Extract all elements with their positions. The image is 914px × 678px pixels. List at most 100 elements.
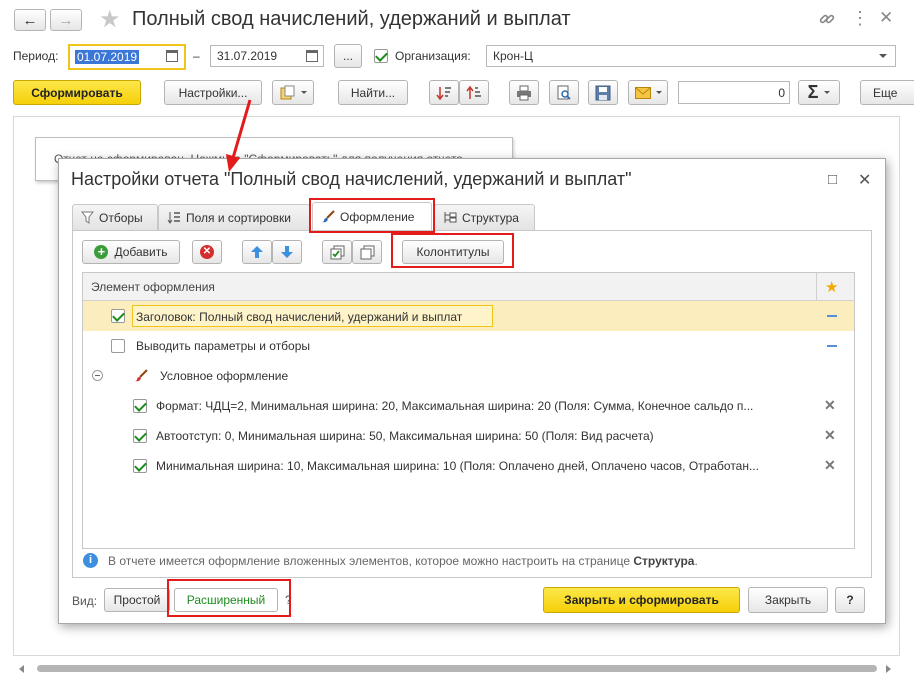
filter-icon [81,211,94,224]
add-icon: + [94,245,109,259]
collapse-icon[interactable] [92,370,103,381]
tab-structure-label: Структура [462,210,519,225]
row-delete-icon[interactable]: ✕ [824,457,836,474]
highlight-headers-footers [391,233,514,268]
row-checkbox[interactable] [133,429,147,443]
structure-link[interactable]: Структура [633,554,694,568]
organization-value: Крон-Ц [493,49,533,63]
tab-structure[interactable]: Структура [434,204,535,230]
move-down-button[interactable] [272,240,302,264]
organization-dropdown-icon[interactable] [879,54,887,58]
print-button[interactable] [509,80,539,105]
date-to-value: 31.07.2019 [217,49,278,63]
generate-button[interactable]: Сформировать [13,80,141,105]
scroll-right-icon[interactable] [886,665,891,673]
calendar-to-icon[interactable] [306,50,318,62]
preview-button[interactable] [549,80,579,105]
calendar-from-icon[interactable] [166,50,178,62]
info-dot: . [694,554,698,568]
row-delete-icon[interactable]: ✕ [824,427,836,444]
annotation-arrow [226,99,252,172]
table-row[interactable]: Автоотступ: 0, Минимальная ширина: 50, М… [83,421,854,451]
sum-field[interactable]: 0 [678,81,790,104]
sum-mode-button[interactable]: Σ [798,80,840,105]
highlight-formatting-tab [309,198,435,233]
add-button[interactable]: + Добавить [82,240,180,264]
variant-menu-button[interactable] [272,80,314,105]
tab-fields-sorting-label: Поля и сортировки [186,210,291,225]
column-divider [816,273,817,301]
dialog-title: Настройки отчета "Полный свод начислений… [71,169,632,189]
window-title: Полный свод начислений, удержаний и выпл… [132,8,571,30]
row-text: Условное оформление [160,369,289,383]
uncheck-all-button[interactable] [352,240,382,264]
nav-back-button[interactable]: ← [14,9,46,31]
save-disk-icon [595,85,611,100]
dialog-maximize-icon[interactable]: □ [828,171,837,188]
close-and-generate-button[interactable]: Закрыть и сформировать [543,587,740,613]
row-checkbox[interactable] [133,399,147,413]
dialog-close-icon[interactable]: ✕ [858,170,871,190]
organization-checkbox[interactable] [374,49,388,63]
organization-label: Организация: [395,49,471,63]
window-close-icon[interactable]: ✕ [879,8,893,28]
report-variant-icon [280,85,294,99]
structure-icon [444,212,457,223]
info-line: В отчете имеется оформление вложенных эл… [108,554,698,568]
delete-button[interactable]: ✕ [192,240,222,264]
help-button[interactable]: ? [835,587,865,613]
row-text: Заголовок: Полный свод начислений, удерж… [136,310,463,324]
envelope-icon [634,86,651,99]
scrollbar-thumb[interactable] [37,665,877,672]
move-up-button[interactable] [242,240,272,264]
view-simple-button[interactable]: Простой [104,588,170,612]
send-email-button[interactable] [628,80,668,105]
tab-filters[interactable]: Отборы [72,204,158,230]
tab-fields-sorting[interactable]: Поля и сортировки [158,204,310,230]
period-dash: – [193,49,200,63]
row-text: Автоотступ: 0, Минимальная ширина: 50, М… [156,429,654,443]
row-checkbox[interactable] [133,459,147,473]
row-use-indicator [827,345,837,347]
nav-forward-button[interactable]: → [50,9,82,31]
conditional-format-brush-icon [135,369,148,382]
sort-descending-button[interactable] [429,80,459,105]
arrow-down-icon [281,246,293,258]
table-row-group[interactable]: Условное оформление [83,361,854,391]
table-row[interactable]: Выводить параметры и отборы [83,331,854,361]
highlight-extended-view [167,579,291,617]
tab-panel: + Добавить ✕ Колонтитулы Элемент оформле… [72,230,872,578]
row-selected-cell[interactable]: Заголовок: Полный свод начислений, удерж… [132,305,493,327]
period-select-button[interactable]: ... [334,44,362,68]
table-row[interactable]: Заголовок: Полный свод начислений, удерж… [83,301,854,331]
sort-ascending-button[interactable] [459,80,489,105]
delete-icon: ✕ [200,245,214,259]
print-preview-icon [557,85,571,100]
row-text: Формат: ЧДЦ=2, Минимальная ширина: 20, М… [156,399,754,413]
more-actions-button[interactable]: Еще [860,80,914,105]
check-all-button[interactable] [322,240,352,264]
info-icon: i [83,553,98,568]
table-row[interactable]: Минимальная ширина: 10, Максимальная шир… [83,451,854,481]
organization-field[interactable]: Крон-Ц [486,45,896,67]
more-menu-icon[interactable]: ⋮ [851,8,869,29]
table-row[interactable]: Формат: ЧДЦ=2, Минимальная ширина: 20, М… [83,391,854,421]
find-button[interactable]: Найти... [338,80,408,105]
settings-dialog: Настройки отчета "Полный свод начислений… [58,158,886,624]
table-header: Элемент оформления ★ [83,273,854,301]
row-checkbox[interactable] [111,309,125,323]
scroll-left-icon[interactable] [19,665,24,673]
close-button[interactable]: Закрыть [748,587,828,613]
sigma-icon: Σ [807,82,819,102]
horizontal-scrollbar[interactable] [13,662,900,674]
row-delete-icon[interactable]: ✕ [824,397,836,414]
chevron-down-icon [824,91,831,94]
sort-ascending-icon [466,85,481,99]
row-checkbox[interactable] [111,339,125,353]
favorite-star-icon[interactable]: ★ [99,5,121,34]
check-all-icon [330,245,344,259]
save-button[interactable] [588,80,618,105]
chevron-down-icon [300,91,307,94]
link-icon[interactable] [818,10,836,28]
add-button-label: Добавить [114,245,168,259]
